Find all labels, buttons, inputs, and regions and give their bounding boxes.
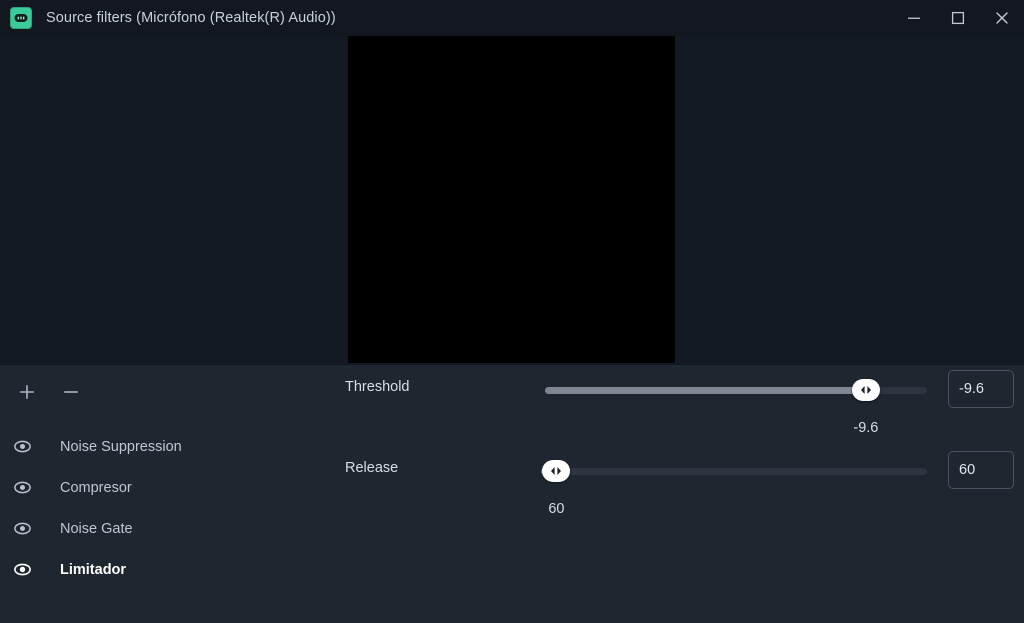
eye-icon[interactable] <box>10 476 34 500</box>
threshold-slider[interactable]: -9.6 <box>545 378 927 436</box>
preview-area <box>0 36 1024 365</box>
window-body: Noise Suppression Compresor Noise Gate L… <box>0 365 1024 623</box>
filter-item-label: Compresor <box>60 479 132 496</box>
release-label: Release <box>345 460 399 476</box>
property-row-threshold: Threshold -9.6 -9.6 <box>336 365 1024 446</box>
obs-logo-icon <box>10 7 32 29</box>
filter-list: Noise Suppression Compresor Noise Gate L… <box>0 426 336 590</box>
filter-list-item[interactable]: Compresor <box>0 467 336 508</box>
threshold-slider-fill <box>545 387 866 394</box>
threshold-slider-value: -9.6 <box>853 420 879 436</box>
filter-item-label: Limitador <box>60 561 127 578</box>
filters-sidebar: Noise Suppression Compresor Noise Gate L… <box>0 365 336 623</box>
filter-properties-pane: Threshold -9.6 -9.6 Release 60 60 <box>336 365 1024 623</box>
threshold-spinbox-value: -9.6 <box>959 381 984 397</box>
maximize-icon[interactable] <box>936 0 980 36</box>
filter-item-label: Noise Suppression <box>60 438 182 455</box>
title-bar[interactable]: Source filters (Micrófono (Realtek(R) Au… <box>0 0 1024 36</box>
threshold-slider-handle[interactable] <box>851 379 880 401</box>
release-slider[interactable]: 60 <box>541 459 927 517</box>
threshold-spinbox[interactable]: -9.6 <box>948 370 1014 408</box>
eye-icon[interactable] <box>10 558 34 582</box>
threshold-label: Threshold <box>345 379 410 395</box>
remove-filter-button[interactable] <box>54 375 88 409</box>
release-slider-value: 60 <box>548 501 565 517</box>
preview-canvas <box>348 36 675 363</box>
release-spinbox[interactable]: 60 <box>948 451 1014 489</box>
filter-list-item[interactable]: Noise Suppression <box>0 426 336 467</box>
window-controls <box>892 0 1024 36</box>
filter-list-item-selected[interactable]: Limitador <box>0 549 336 590</box>
window-title: Source filters (Micrófono (Realtek(R) Au… <box>46 10 336 26</box>
release-slider-handle[interactable] <box>542 460 571 482</box>
filters-toolbar <box>0 365 336 419</box>
property-row-release: Release 60 60 <box>336 446 1024 527</box>
filter-list-item[interactable]: Noise Gate <box>0 508 336 549</box>
filter-item-label: Noise Gate <box>60 520 133 537</box>
eye-icon[interactable] <box>10 517 34 541</box>
release-slider-track[interactable] <box>541 468 927 475</box>
close-icon[interactable] <box>980 0 1024 36</box>
eye-icon[interactable] <box>10 435 34 459</box>
release-spinbox-value: 60 <box>959 462 976 478</box>
minimize-icon[interactable] <box>892 0 936 36</box>
source-filters-window: Source filters (Micrófono (Realtek(R) Au… <box>0 0 1024 623</box>
add-filter-button[interactable] <box>10 375 44 409</box>
